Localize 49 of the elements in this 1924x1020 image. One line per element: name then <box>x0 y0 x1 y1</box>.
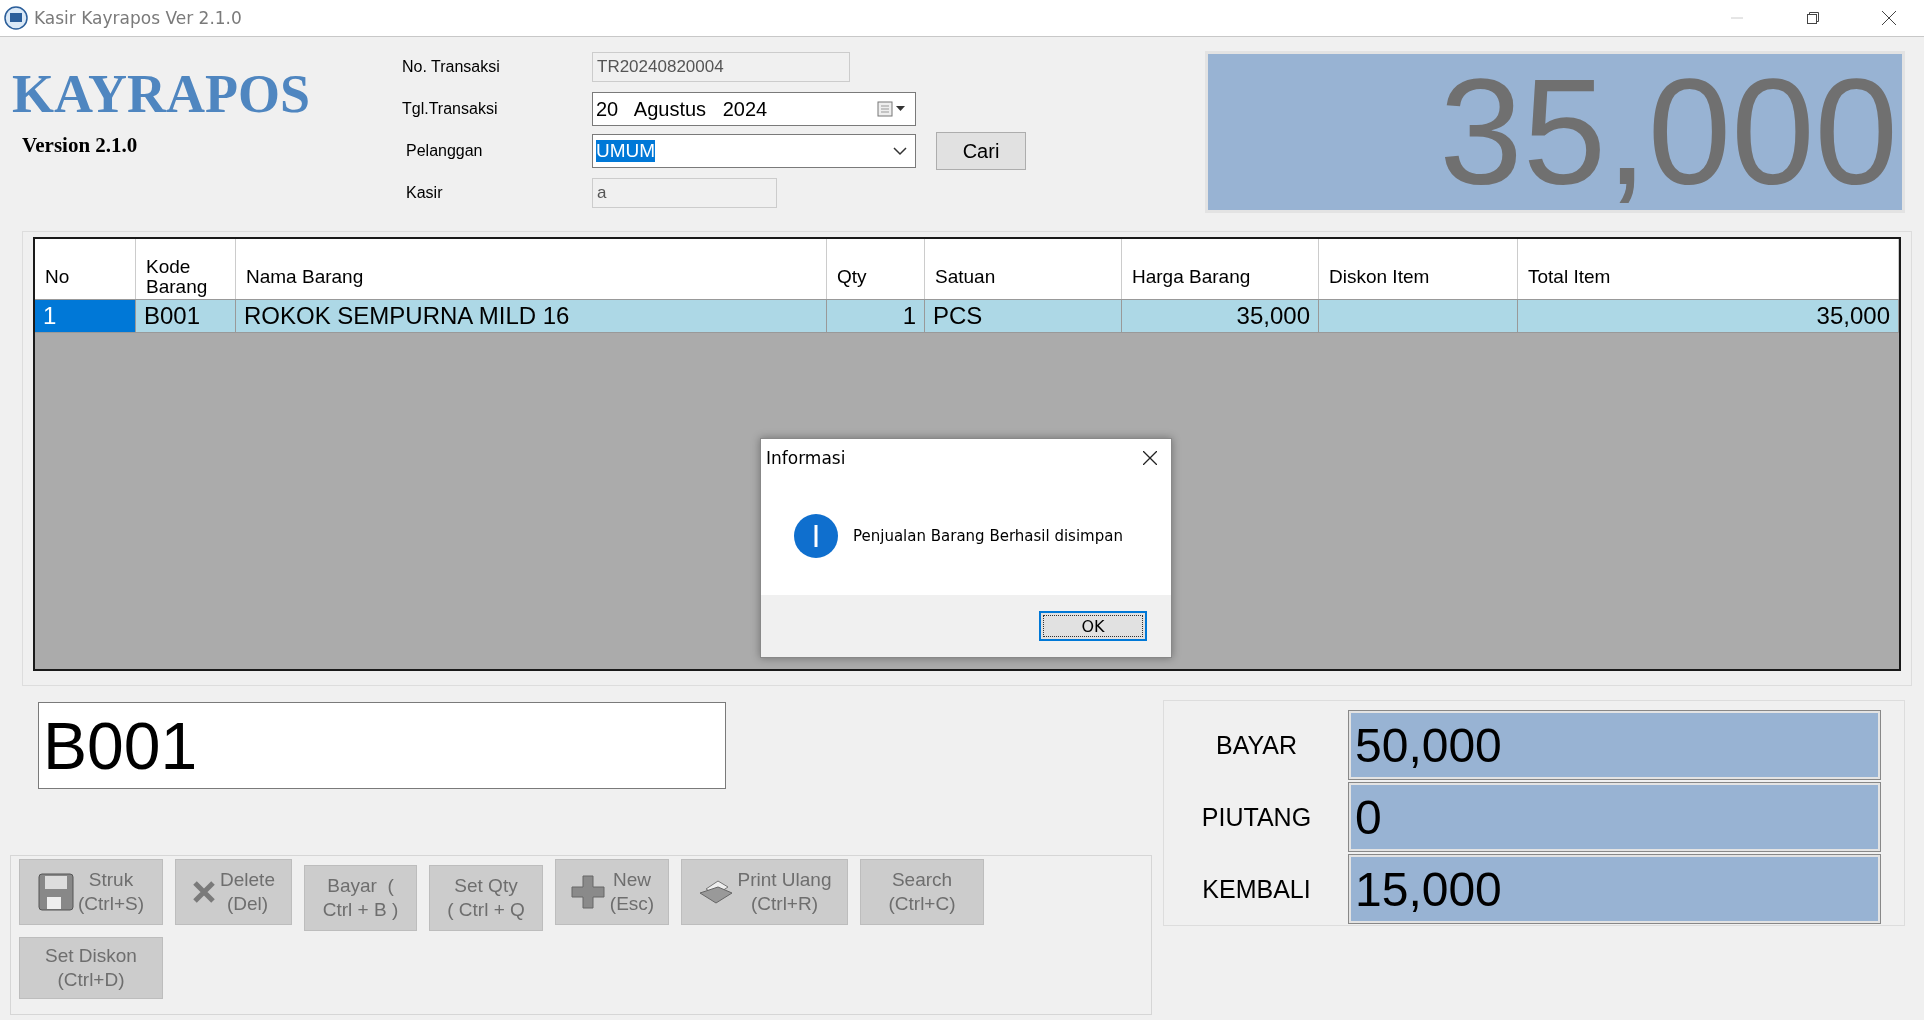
column-header: Diskon Item <box>1329 267 1430 290</box>
customer-dropdown[interactable]: UMUM <box>592 134 916 168</box>
column-header: Total Item <box>1528 267 1611 290</box>
column-header: Satuan <box>935 267 996 290</box>
calendar-dropdown-icon <box>877 100 907 118</box>
table-cell: 1 <box>827 300 925 332</box>
table-row[interactable]: 1 B001 ROKOK SEMPURNA MILD 16 1 PCS 35,000 35,000 <box>35 300 1899 333</box>
payment-field[interactable]: 15,000 <box>1349 855 1880 923</box>
restore-icon <box>1807 12 1819 24</box>
close-icon <box>1882 11 1896 25</box>
barcode-input[interactable]: B001 <box>38 702 726 789</box>
table-cell: 1 <box>35 300 136 332</box>
column-header: Harga Barang <box>1132 267 1251 290</box>
plus-icon <box>569 874 606 910</box>
search-button[interactable]: Cari <box>936 132 1026 170</box>
close-icon[interactable] <box>1143 451 1157 465</box>
printer-icon <box>697 879 734 905</box>
text-field[interactable]: TR20240820004 <box>592 52 850 82</box>
version-label: Version 2.1.0 <box>22 133 138 158</box>
cross-icon <box>192 880 217 904</box>
field-label: Pelanggan <box>406 142 483 160</box>
field-label: Kasir <box>406 184 443 202</box>
table-cell: 35,000 <box>1518 300 1899 332</box>
column-header: Nama Barang <box>246 267 364 290</box>
field-label: No. Transaksi <box>402 58 500 76</box>
dialog-message: Penjualan Barang Berhasil disimpan <box>853 527 1123 545</box>
payment-field[interactable]: 50,000 <box>1349 711 1880 779</box>
date-picker[interactable]: 20 Agustus 2024 <box>592 92 916 126</box>
column-header: No <box>45 267 70 290</box>
column-header: Kode Barang <box>146 257 206 297</box>
ok-button[interactable]: OK <box>1039 611 1147 641</box>
text-field[interactable]: a <box>592 178 777 208</box>
brand-logo: KAYRAPOS <box>12 63 311 125</box>
column-header: Qty <box>837 267 867 290</box>
payment-label: BAYAR <box>1215 730 1297 760</box>
table-cell: ROKOK SEMPURNA MILD 16 <box>236 300 827 332</box>
payment-label: PIUTANG <box>1201 802 1312 832</box>
total-amount: 35,000 <box>1439 57 1898 207</box>
chevron-down-icon <box>893 146 907 156</box>
field-label: Tgl.Transaksi <box>402 100 498 118</box>
app-icon <box>4 6 28 30</box>
info-icon <box>793 513 839 559</box>
window-title: Kasir Kayrapos Ver 2.1.0 <box>34 8 243 28</box>
payment-label: KEMBALI <box>1202 874 1311 904</box>
table-cell: B001 <box>136 300 236 332</box>
table-cell: PCS <box>925 300 1122 332</box>
payment-field[interactable]: 0 <box>1349 783 1880 851</box>
table-cell: 35,000 <box>1122 300 1319 332</box>
dialog-title: Informasi <box>766 448 846 468</box>
